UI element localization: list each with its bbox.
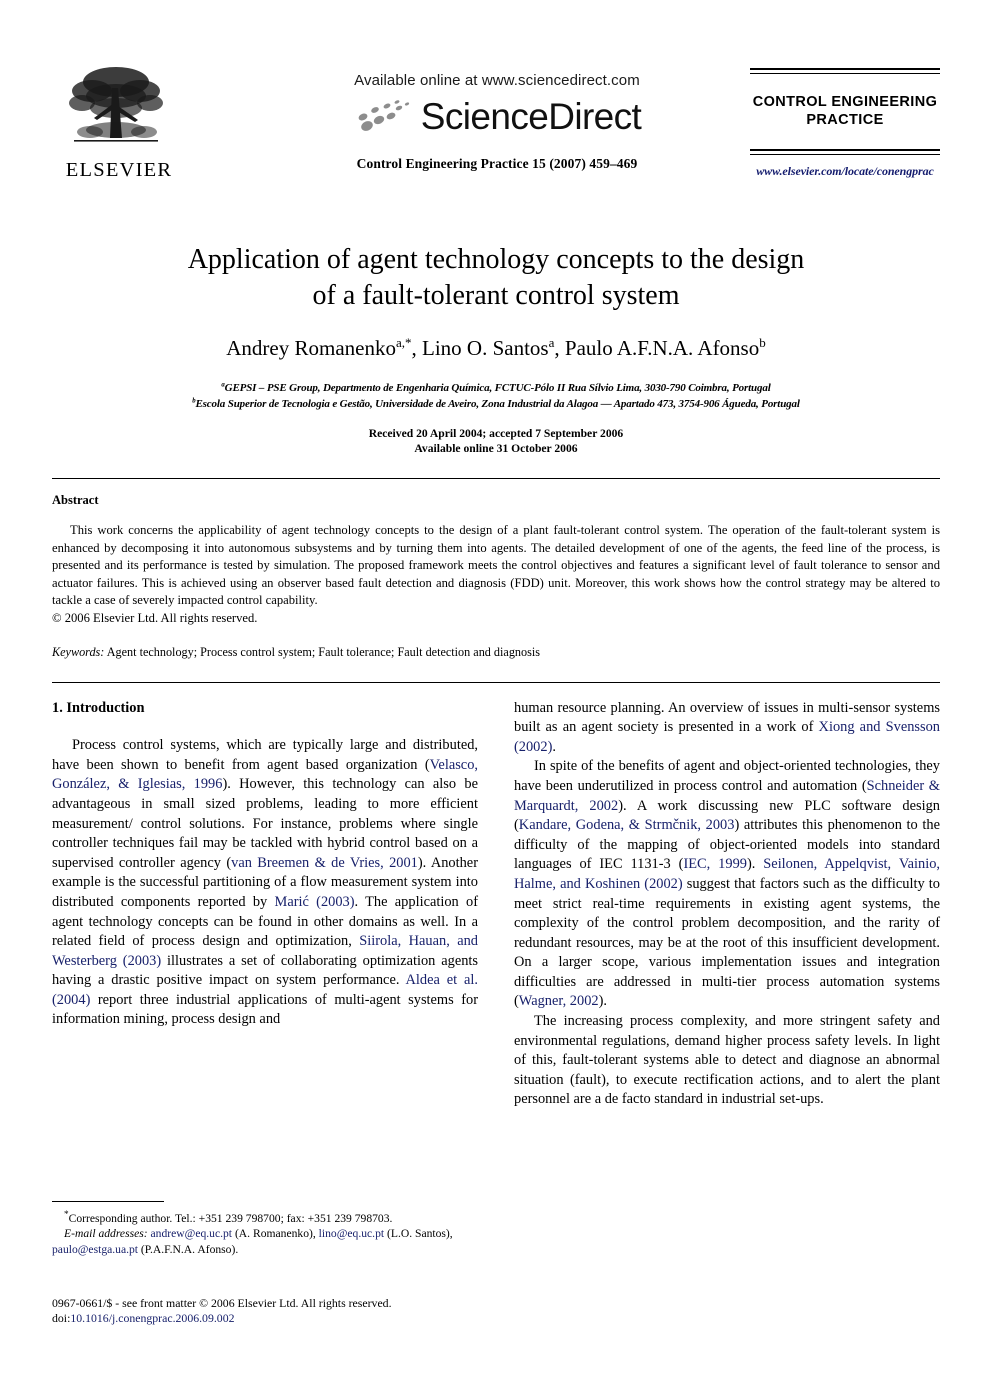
left-column: 1. Introduction Process control systems,… (52, 699, 478, 1110)
abstract-bottom-divider (52, 681, 940, 683)
masthead: ELSEVIER Available online at www.science… (52, 58, 940, 208)
email-link[interactable]: paulo@estga.ua.pt (52, 1243, 138, 1256)
available-online-text: Available online at www.sciencedirect.co… (354, 72, 640, 89)
keywords-line: Keywords: Agent technology; Process cont… (52, 645, 940, 660)
affiliation-item: bEscola Superior de Tecnologia e Gestão,… (70, 397, 922, 413)
article-title-line-1: Application of agent technology concepts… (187, 244, 805, 275)
paragraph: Process control systems, which are typic… (52, 736, 478, 1030)
citation-link[interactable]: Kandare, Godena, & Strmčnik, 2003 (519, 817, 735, 833)
email-link[interactable]: andrew@eq.uc.pt (151, 1227, 233, 1240)
author-marks: a,* (395, 335, 412, 350)
sciencedirect-logo: ScienceDirect (282, 96, 712, 138)
paragraph: human resource planning. An overview of … (514, 699, 940, 758)
front-matter-line: 0967-0661/$ - see front matter © 2006 El… (52, 1296, 392, 1310)
article-title-line-2: of a fault-tolerant control system (312, 280, 680, 311)
footnote-block: *Corresponding author. Tel.: +351 239 79… (52, 1201, 478, 1257)
paragraph: The increasing process complexity, and m… (514, 1013, 940, 1108)
text-run: . (552, 738, 556, 755)
abstract-body: This work concerns the applicability of … (52, 523, 940, 608)
doi-label: doi: (52, 1311, 71, 1326)
author-name: Paulo A.F.N.A. Afonso (564, 336, 760, 360)
doi-link[interactable]: 10.1016/j.conengprac.2006.09.002 (70, 1311, 234, 1325)
affiliation-text: GEPSI – PSE Group, Departmento de Engenh… (224, 382, 771, 394)
abstract-top-divider (52, 478, 940, 479)
section-heading-introduction: 1. Introduction (52, 699, 145, 716)
sciencedirect-block: Available online at www.sciencedirect.co… (282, 72, 712, 172)
author-marks: b (759, 335, 766, 350)
keywords-value: Agent technology; Process control system… (106, 644, 540, 659)
text-run: suggest that factors such as the difficu… (514, 875, 940, 1010)
right-column: human resource planning. An overview of … (514, 699, 940, 1110)
title-block: Application of agent technology concepts… (70, 242, 922, 456)
email-owner: (A. Romanenko), (234, 1227, 316, 1241)
body-columns: 1. Introduction Process control systems,… (52, 699, 940, 1110)
text-run: ). (746, 856, 764, 873)
affiliation-item: aGEPSI – PSE Group, Departmento de Engen… (70, 381, 922, 397)
journal-masthead-right: CONTROL ENGINEERING PRACTICE www.elsevie… (750, 68, 940, 179)
corresponding-author-text: Corresponding author. Tel.: +351 239 798… (68, 1211, 393, 1225)
email-owner: (P.A.F.N.A. Afonso). (140, 1242, 239, 1256)
available-online-line: Available online 31 October 2006 (414, 442, 578, 455)
masthead-rule-top (750, 68, 940, 74)
publication-dates: Received 20 April 2004; accepted 7 Septe… (70, 426, 922, 456)
email-owner: (L.O. Santos), (387, 1227, 453, 1241)
text-run: report three industrial applications of … (52, 991, 478, 1028)
citation-link[interactable]: van Breemen & de Vries, 2001 (231, 855, 418, 871)
author-name: Lino O. Santos (422, 336, 549, 360)
abstract-heading: Abstract (52, 493, 99, 507)
paragraph: In spite of the benefits of agent and ob… (514, 757, 940, 1012)
email-addresses-note: E-mail addresses: andrew@eq.uc.pt (A. Ro… (52, 1226, 478, 1257)
sciencedirect-wordmark: ScienceDirect (420, 96, 642, 137)
author-marks: a (548, 335, 555, 350)
author-list: Andrey Romanenkoa,*, Lino O. Santosa, Pa… (226, 335, 766, 360)
elsevier-logo: ELSEVIER (60, 58, 178, 182)
text-run: Process control systems, which are typic… (52, 737, 478, 773)
journal-title: CONTROL ENGINEERING PRACTICE (752, 94, 938, 128)
article-first-page: ELSEVIER Available online at www.science… (0, 58, 992, 1381)
text-run: ). (598, 993, 607, 1010)
abstract-copyright: © 2006 Elsevier Ltd. All rights reserved… (52, 610, 258, 625)
citation-link[interactable]: IEC, 1999 (683, 856, 747, 872)
doi-line: doi:10.1016/j.conengprac.2006.09.002 (52, 1311, 482, 1326)
keywords-label: Keywords: (52, 644, 105, 659)
footnote-divider (52, 1201, 164, 1202)
issn-footer: 0967-0661/$ - see front matter © 2006 El… (52, 1296, 482, 1327)
author-name: Andrey Romanenko (226, 336, 396, 360)
citation-link[interactable]: Wagner, 2002 (519, 993, 599, 1009)
sciencedirect-swoosh-icon (358, 100, 409, 131)
elsevier-tree-icon (69, 67, 163, 142)
affiliation-list: aGEPSI – PSE Group, Departmento de Engen… (70, 381, 922, 412)
corresponding-author-note: *Corresponding author. Tel.: +351 239 79… (52, 1208, 478, 1226)
journal-reference: Control Engineering Practice 15 (2007) 4… (356, 156, 638, 171)
email-link[interactable]: lino@eq.uc.pt (319, 1227, 384, 1240)
journal-url-link[interactable]: www.elsevier.com/locate/conengprac (750, 164, 940, 179)
received-accepted-line: Received 20 April 2004; accepted 7 Septe… (368, 427, 624, 440)
masthead-rule-bottom (750, 149, 940, 155)
email-label: E-mail addresses: (64, 1227, 148, 1241)
affiliation-text: Escola Superior de Tecnologia e Gestão, … (195, 397, 800, 410)
citation-link[interactable]: Marić (2003) (275, 894, 355, 910)
page-title: Application of agent technology concepts… (70, 242, 922, 314)
abstract-section: Abstract This work concerns the applicab… (52, 493, 940, 628)
elsevier-wordmark: ELSEVIER (65, 159, 173, 181)
